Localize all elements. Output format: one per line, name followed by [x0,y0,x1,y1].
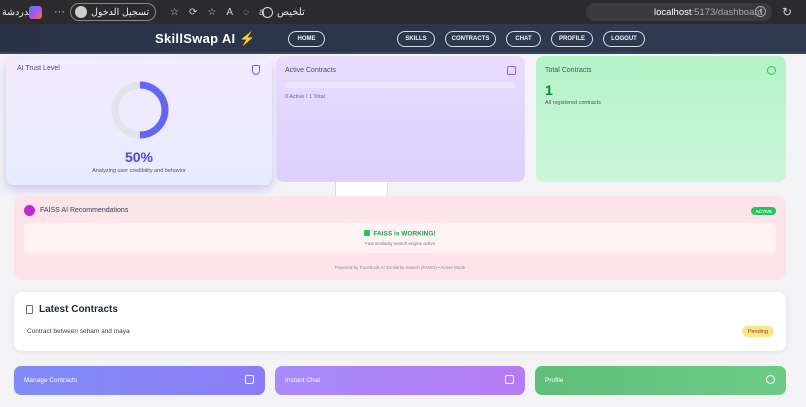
status-badge: Pending [741,326,774,337]
faiss-status-box: FAISS is WORKING! Fast similarity search… [24,223,776,253]
active-contracts-title: Active Contracts [285,67,336,74]
faiss-footer: Powered by Facebook AI Similarity Search… [334,265,466,270]
edit-icon [507,66,516,75]
site-info-icon[interactable]: i [755,6,766,17]
instant-chat-label: Instant Chat [285,377,321,384]
extensions-icon[interactable]: ⟳ [189,7,197,18]
active-contracts-progress [285,82,516,88]
app-navbar: SkillSwap AI⚡ HOME DASHBOARD SKILLS CONT… [0,24,806,206]
nav-skills[interactable]: SKILLS [397,31,435,47]
shield-icon [252,65,260,75]
trust-subtitle: Analyzing user credibility and behavior [92,168,186,174]
total-contracts-count: 1 [545,82,553,98]
check-icon [364,230,371,236]
total-contracts-card: Total Contracts 1 All registered contrac… [536,56,786,182]
latest-contracts-card: Latest Contracts Contract between seham … [14,292,786,351]
instant-chat-button[interactable]: Instant Chat [275,366,525,395]
chat-bubble-icon [505,375,514,384]
trust-title: AI Trust Level [17,65,60,72]
faiss-description: Fast similarity search engine active [364,241,436,246]
total-contracts-title: Total Contracts [545,67,592,74]
signin-button[interactable]: تسجيل الدخول [70,3,157,21]
total-contracts-subtitle: All registered contracts [545,100,601,106]
nav-profile[interactable]: PROFILE [551,31,593,47]
nav-home[interactable]: HOME [288,31,325,47]
manage-contracts-label: Manage Contracts [24,377,78,384]
trust-gauge [111,81,169,139]
reload-icon[interactable]: ↻ [780,0,794,24]
favorite-page-icon[interactable]: ☆ [207,7,216,18]
trust-percentage: 50% [124,149,154,165]
browser-tools: ☆ ⟳ ☆ A ◌ a [170,0,265,24]
read-aloud-icon[interactable]: A [226,7,233,18]
copilot-icon[interactable] [29,0,43,24]
user-icon [766,375,775,384]
active-contracts-subtitle: 0 Active / 1 Total [285,94,325,100]
avatar-icon [75,6,87,18]
nav-logout[interactable]: LOGOUT [603,31,645,47]
bolt-icon: ⚡ [239,31,256,46]
faiss-status: FAISS is WORKING! [24,230,776,238]
ai-icon [24,205,35,216]
nav-chat[interactable]: CHAT [506,31,541,47]
app-logo[interactable]: SkillSwap AI ⚡ [155,31,256,47]
manage-contracts-button[interactable]: Manage Contracts [14,366,265,395]
more-icon[interactable]: ··· [54,0,65,24]
document-icon [26,305,33,314]
nav-contracts[interactable]: CONTRACTS [445,31,496,47]
address-bar[interactable]: localhost:5173/dashboard i [586,3,772,21]
edit-icon [245,375,254,384]
url-text: localhost:5173/dashboard [654,6,763,18]
active-contracts-card: Active Contracts 0 Active / 1 Total [276,56,525,182]
faiss-recommendations-panel: FAISS AI Recommendations ACTIVE FAISS is… [14,196,786,280]
chat-icon[interactable]: ◌ [243,7,249,18]
active-badge: ACTIVE [751,207,776,215]
signin-label: تسجيل الدخول [91,6,150,18]
profile-button[interactable]: Profile [535,366,786,395]
browser-toolbar: الدردشة ··· تسجيل الدخول ☆ ⟳ ☆ A ◌ a تلخ… [0,0,806,24]
favorites-icon[interactable]: ☆ [170,7,179,18]
summarize-label: تلخيص [277,6,305,18]
list-item[interactable]: Contract between seham and maya [27,328,130,335]
clock-icon [767,66,776,75]
latest-contracts-title: Latest Contracts [39,304,118,315]
summarize-button[interactable]: تلخيص [262,0,305,24]
trust-level-card: AI Trust Level 50% Analyzing user credib… [6,58,272,185]
profile-label: Profile [545,377,564,384]
faiss-title: FAISS AI Recommendations [40,207,129,214]
summarize-icon [262,6,273,18]
